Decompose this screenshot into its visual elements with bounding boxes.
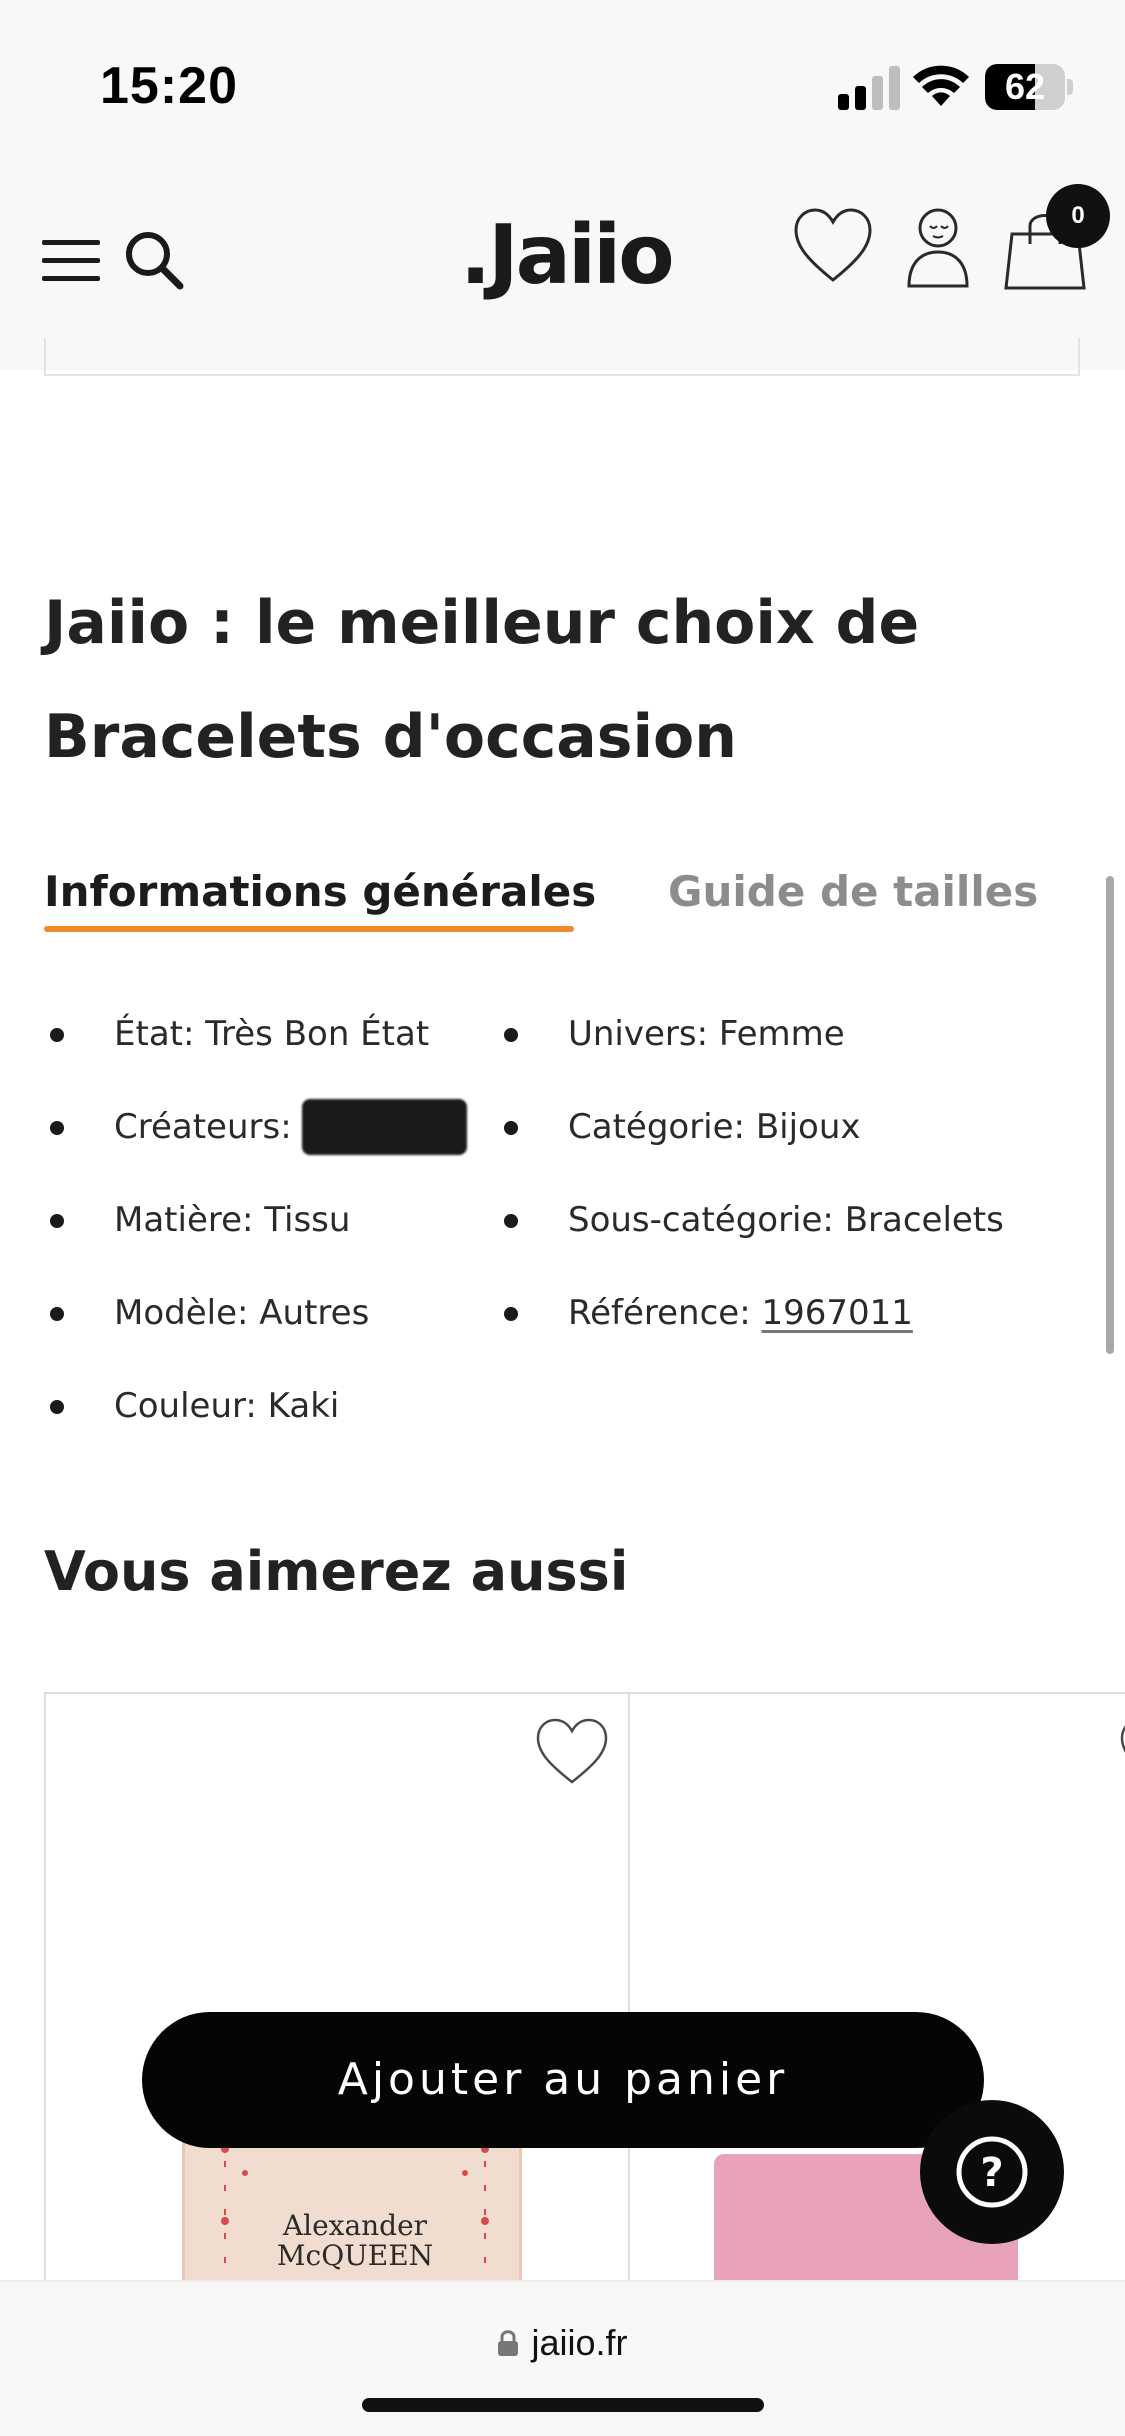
battery-level: 62	[1004, 66, 1046, 107]
product-card[interactable]: Alexander McQUEEN	[44, 1692, 630, 2292]
scrollbar[interactable]	[1106, 876, 1114, 1354]
designer-value-redacted[interactable]: Dinh Van	[302, 1099, 468, 1155]
add-to-cart-button[interactable]: Ajouter au panier	[142, 2012, 984, 2148]
info-value: Tissu	[264, 1200, 351, 1240]
info-label: Catégorie:	[568, 1107, 746, 1147]
info-label: Sous-catégorie:	[568, 1200, 834, 1240]
add-to-wishlist-heart-icon[interactable]	[534, 1716, 610, 1788]
info-value: Bijoux	[755, 1107, 861, 1147]
cart-count-badge[interactable]: 0	[1046, 184, 1110, 248]
user-account-icon[interactable]	[906, 206, 970, 288]
product-image-mcqueen-box: Alexander McQUEEN	[182, 2134, 522, 2290]
status-bar: 15:20 62	[0, 0, 1125, 150]
info-label: État:	[114, 1014, 195, 1054]
product-brand-line-1: Alexander	[282, 2209, 428, 2242]
url-text[interactable]: jaiio.fr	[531, 2322, 627, 2363]
info-label: Univers:	[568, 1014, 709, 1054]
wishlist-heart-icon[interactable]	[792, 206, 874, 286]
info-label: Matière:	[114, 1200, 254, 1240]
info-label: Référence:	[568, 1293, 751, 1333]
help-label: ?	[980, 2150, 1003, 2196]
site-logo[interactable]: .Jaiio	[460, 206, 675, 306]
reference-link[interactable]: 1967011	[761, 1293, 912, 1333]
home-indicator[interactable]	[362, 2398, 764, 2412]
browser-address-bar[interactable]: jaiio.fr	[0, 2280, 1125, 2436]
info-value: Bracelets	[844, 1200, 1004, 1240]
info-value: Autres	[259, 1293, 370, 1333]
tab-informations-generales[interactable]: Informations générales	[44, 862, 596, 922]
lock-icon	[498, 2330, 519, 2356]
info-label: Couleur:	[114, 1386, 257, 1426]
info-label: Créateurs:	[114, 1107, 292, 1147]
active-tab-indicator	[44, 926, 574, 932]
page-title: Jaiio : le meilleur choix de Bracelets d…	[44, 588, 920, 772]
site-header: .Jaiio 0	[0, 150, 1125, 370]
question-mark-icon: ?	[956, 2136, 1028, 2208]
search-icon[interactable]	[124, 230, 184, 290]
tab-guide-de-tailles[interactable]: Guide de tailles	[668, 862, 1038, 922]
info-value: Kaki	[267, 1386, 340, 1426]
add-to-wishlist-heart-icon[interactable]	[1118, 1716, 1125, 1788]
recommendations-title: Vous aimerez aussi	[44, 1540, 629, 1603]
cellular-signal-icon	[838, 66, 900, 110]
info-value: Très Bon État	[205, 1014, 430, 1054]
info-value: Femme	[718, 1014, 845, 1054]
product-brand-line-2: McQUEEN	[276, 2239, 434, 2272]
status-time: 15:20	[100, 57, 238, 115]
menu-icon[interactable]	[42, 238, 100, 284]
wifi-icon	[913, 65, 969, 106]
previous-section-border	[44, 338, 1080, 376]
battery-icon: 62	[985, 64, 1073, 110]
info-label: Modèle:	[114, 1293, 249, 1333]
help-button[interactable]: ?	[920, 2100, 1064, 2244]
